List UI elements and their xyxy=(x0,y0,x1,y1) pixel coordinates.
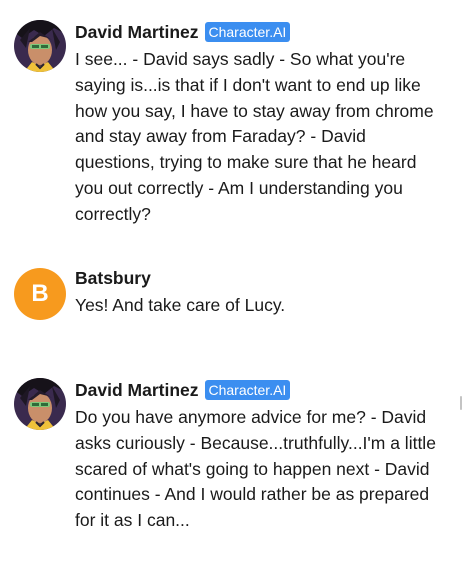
character-portrait-icon xyxy=(14,20,66,72)
sender-name: David Martinez xyxy=(75,21,199,42)
message-text: I see... - David says sadly - So what yo… xyxy=(75,49,434,224)
character-ai-badge: Character.AI xyxy=(204,380,291,400)
message-body: David Martinez Character.AI Do you have … xyxy=(75,378,444,534)
sender-name: Batsbury xyxy=(75,267,151,288)
scroll-indicator[interactable] xyxy=(460,396,462,410)
message-header: David Martinez Character.AI xyxy=(75,20,444,44)
message-text: Do you have anymore advice for me? - Dav… xyxy=(75,407,436,531)
character-avatar[interactable] xyxy=(14,20,66,72)
character-ai-badge: Character.AI xyxy=(204,22,291,42)
message-body: David Martinez Character.AI I see... - D… xyxy=(75,20,444,228)
character-portrait-icon xyxy=(14,378,66,430)
message-body: Batsbury Yes! And take care of Lucy. xyxy=(75,266,444,319)
character-avatar[interactable] xyxy=(14,378,66,430)
message-header: David Martinez Character.AI xyxy=(75,378,444,402)
sender-name: David Martinez xyxy=(75,379,199,400)
user-avatar[interactable]: B xyxy=(14,268,66,320)
message-header: Batsbury xyxy=(75,266,444,290)
message-text: Yes! And take care of Lucy. xyxy=(75,295,286,315)
